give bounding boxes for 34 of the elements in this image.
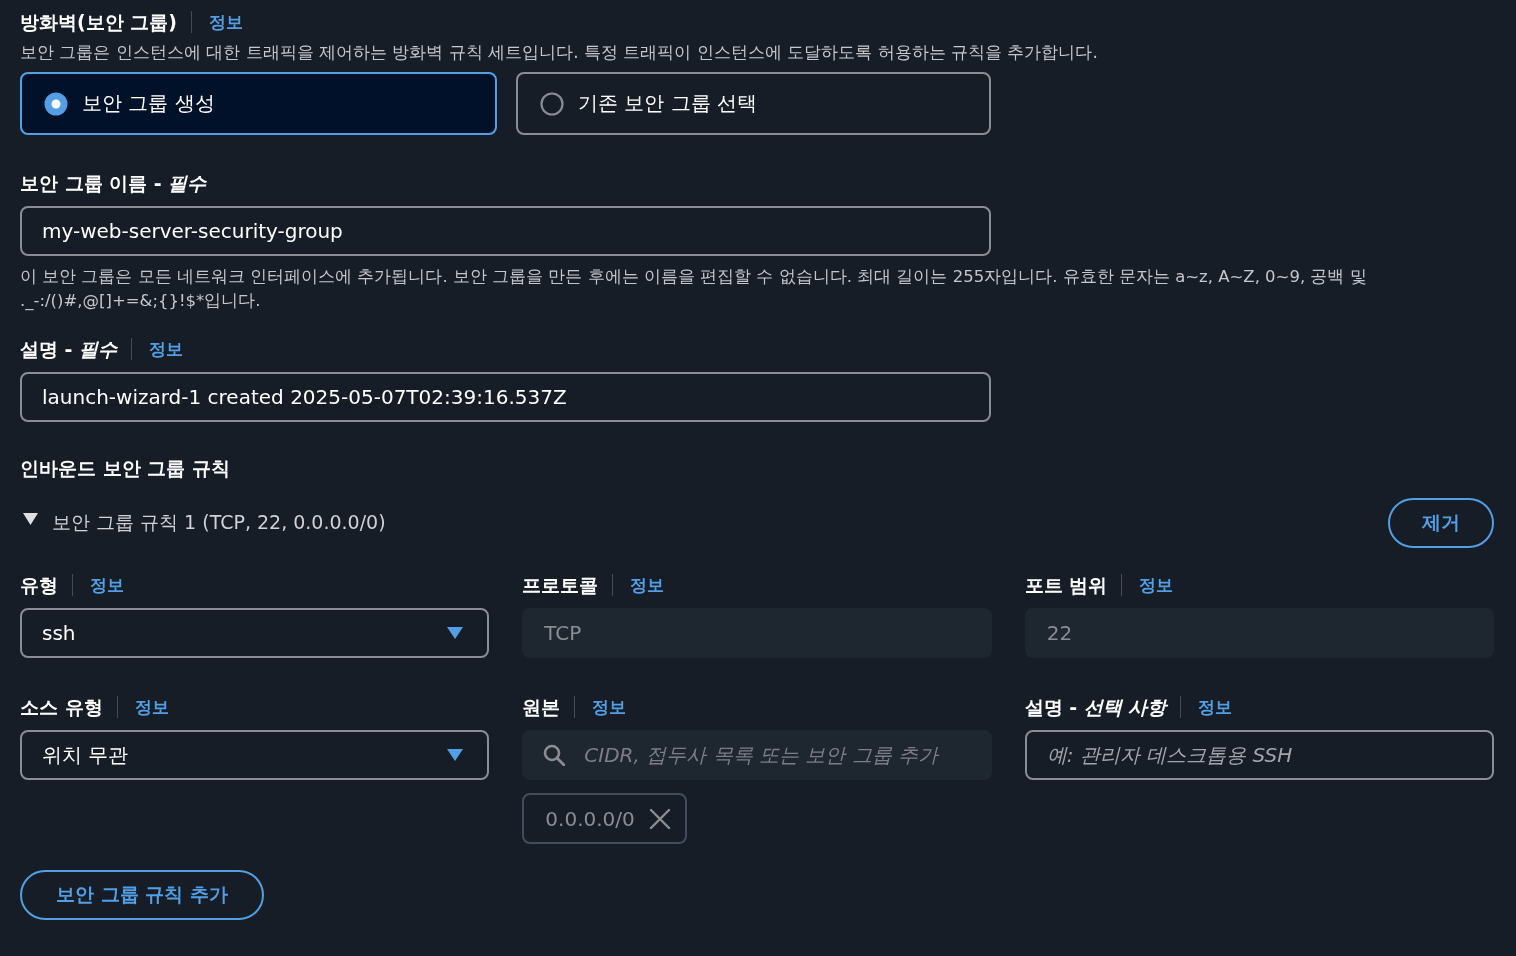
field-label: 포트 범위 xyxy=(1024,573,1108,597)
help-text: 이 보안 그룹은 모든 네트워크 인터페이스에 추가됩니다. 보안 그룹을 만든 후에는 이름을 편집할 수 없습니다. 최대 길이는 255자입니다. 유효한 문자는 a~z, A~Z, 0~9, 공백 및 ._-:/()#,@[]+=&;{}!$*입니다. xyxy=(20,266,1368,312)
section-title: 방화벽(보안 그룹) xyxy=(20,10,177,34)
caret-down-icon xyxy=(447,627,464,639)
info-link[interactable]: 정보 xyxy=(1198,696,1233,718)
expand-triangle-icon[interactable] xyxy=(23,513,38,525)
dropdown-field[interactable]: ssh xyxy=(20,608,490,658)
remove-button[interactable]: 제거 xyxy=(1388,498,1494,548)
caret-down-icon xyxy=(447,749,464,761)
field-label: 설명 - 필수 xyxy=(20,337,118,361)
add-rule-button[interactable]: 보안 그룹 규칙 추가 xyxy=(20,870,264,920)
radio-empty-icon xyxy=(540,91,564,116)
field-label: 원본 xyxy=(522,695,561,719)
input-field[interactable]: 예: 관리자 데스크톱용 SSH xyxy=(1024,730,1494,780)
field-label: 유형 xyxy=(20,573,58,597)
radio-option[interactable]: 보안 그룹 생성 xyxy=(20,72,497,135)
radio-selected-icon xyxy=(44,91,68,116)
field-label: 보안 그룹 이름 - 필수 xyxy=(20,171,207,195)
info-link[interactable]: 정보 xyxy=(90,574,124,596)
field-label: 프로토콜 xyxy=(522,573,599,597)
info-link[interactable]: 정보 xyxy=(134,696,169,718)
search-icon xyxy=(543,744,566,766)
field-label: 소스 유형 xyxy=(20,695,103,719)
info-link[interactable]: 정보 xyxy=(149,338,184,360)
dropdown-field[interactable]: 위치 무관 xyxy=(20,730,490,780)
input-field[interactable]: my-web-server-security-group xyxy=(20,206,991,256)
info-link[interactable]: 정보 xyxy=(209,11,243,33)
token-label: 0.0.0.0/0 xyxy=(545,806,635,831)
field-label: 설명 - 선택 사항 xyxy=(1024,695,1167,719)
input-field[interactable]: launch-wizard-1 created 2025-05-07T02:39:16.537Z xyxy=(20,372,991,422)
section-description: 보안 그룹은 인스턴스에 대한 트래픽을 제어하는 방화벽 규칙 세트입니다. 특정 트래픽이 인스턴스에 도달하도록 허용하는 규칙을 추가합니다. xyxy=(20,41,1099,63)
rule-summary[interactable]: 보안 그룹 규칙 1 (TCP, 22, 0.0.0.0/0) xyxy=(52,510,386,536)
subsection-title: 인바운드 보안 그룹 규칙 xyxy=(20,456,231,480)
radio-option[interactable]: 기존 보안 그룹 선택 xyxy=(516,72,991,135)
